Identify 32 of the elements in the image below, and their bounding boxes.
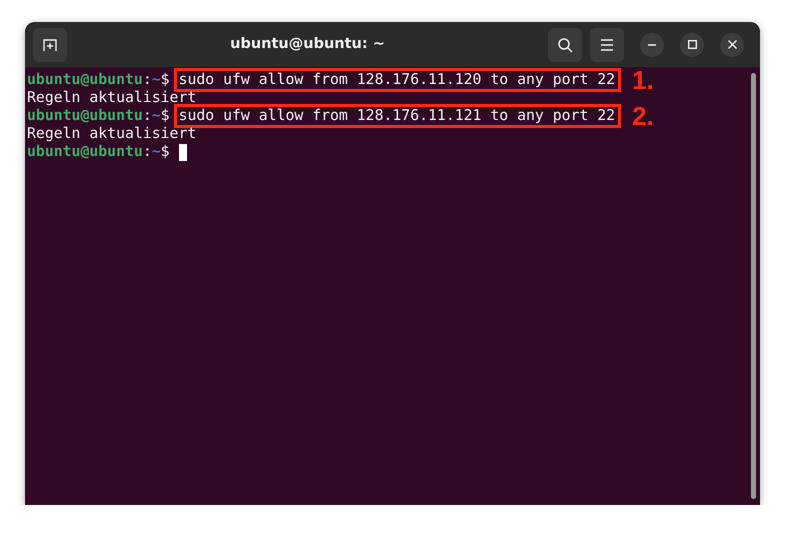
close-icon (728, 40, 736, 49)
search-icon (557, 36, 573, 52)
highlighted-command: sudo ufw allow from 128.176.11.120 to any port 22 (176, 71, 618, 89)
close-button[interactable] (720, 32, 744, 56)
new-tab-button[interactable] (33, 28, 67, 62)
output-text: Regeln aktualisiert (27, 125, 196, 143)
scrollbar[interactable] (751, 73, 756, 499)
prompt-symbol: $ (160, 143, 170, 161)
window-title: ubuntu@ubuntu: ~ (229, 34, 386, 54)
prompt-symbol: $ (160, 71, 170, 89)
annotation-number: 1. (632, 71, 654, 89)
maximize-button[interactable] (680, 32, 704, 56)
prompt-separator: : (142, 71, 152, 89)
minimize-button[interactable] (640, 32, 664, 56)
prompt-symbol: $ (160, 107, 170, 125)
prompt-separator: : (142, 107, 152, 125)
prompt-user: ubuntu@ubuntu (27, 143, 143, 161)
new-tab-icon (42, 36, 58, 52)
annotation-number: 2. (632, 107, 654, 125)
prompt-path: ~ (152, 71, 161, 89)
prompt-user: ubuntu@ubuntu (27, 71, 143, 89)
highlighted-command: sudo ufw allow from 128.176.11.121 to any port 22 (176, 107, 618, 125)
maximize-icon (688, 40, 696, 49)
prompt-separator: : (142, 143, 152, 161)
prompt-path: ~ (152, 107, 161, 125)
prompt-user: ubuntu@ubuntu (27, 107, 143, 125)
menu-button[interactable] (590, 28, 624, 62)
minimize-icon (648, 44, 656, 46)
search-button[interactable] (548, 28, 582, 62)
output-text: Regeln aktualisiert (27, 89, 196, 107)
menu-icon (600, 38, 614, 50)
prompt-path: ~ (152, 143, 161, 161)
